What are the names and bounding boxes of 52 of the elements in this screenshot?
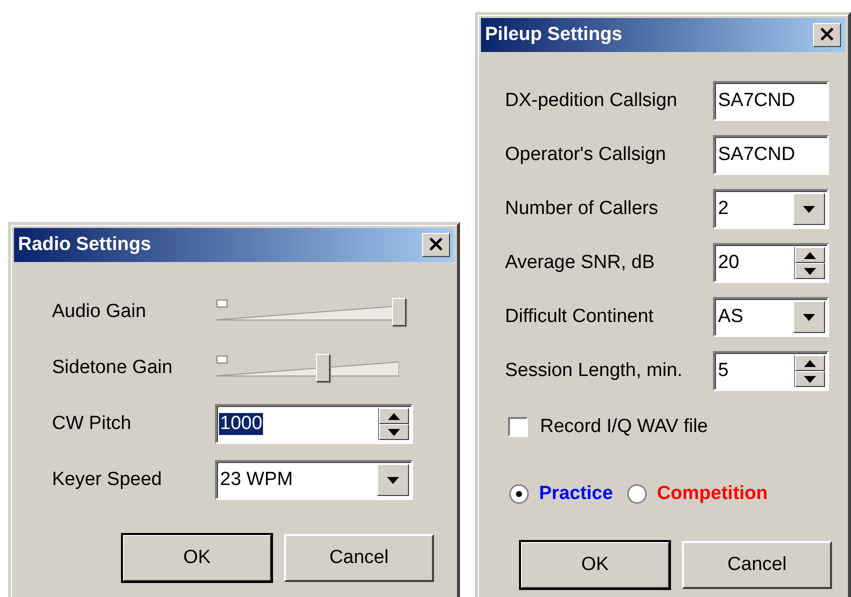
dropdown-button[interactable] bbox=[793, 301, 825, 333]
field-label: DX-pedition Callsign bbox=[505, 90, 678, 112]
spin-up-button[interactable] bbox=[795, 355, 825, 371]
field-label: Operator's Callsign bbox=[505, 144, 667, 166]
dropdown[interactable]: 23 WPM bbox=[215, 460, 413, 500]
field-label: Audio Gain bbox=[52, 301, 148, 323]
down-arrow-icon bbox=[804, 268, 816, 274]
checkbox-label: Record I/Q WAV file bbox=[540, 416, 708, 438]
radio-label: Practice bbox=[539, 483, 613, 505]
field-label: CW Pitch bbox=[52, 413, 132, 435]
down-arrow-icon bbox=[388, 428, 400, 436]
field-label: Difficult Continent bbox=[505, 306, 655, 328]
spin-field[interactable]: 1000 bbox=[215, 404, 413, 444]
spin-up-button[interactable] bbox=[379, 408, 409, 424]
dialog-button[interactable]: OK bbox=[122, 534, 272, 582]
dropdown-button[interactable] bbox=[377, 464, 409, 496]
down-arrow-icon bbox=[804, 376, 816, 382]
dialog-button[interactable]: Cancel bbox=[682, 541, 832, 589]
up-arrow-icon bbox=[804, 360, 816, 366]
radio-button[interactable] bbox=[509, 484, 529, 504]
slider-thumb[interactable] bbox=[316, 354, 330, 382]
input-field[interactable]: SA7CND bbox=[713, 81, 829, 121]
checkbox[interactable] bbox=[508, 417, 528, 437]
spin-up-button[interactable] bbox=[795, 247, 825, 263]
spin-down-button[interactable] bbox=[795, 263, 825, 279]
field-label: Sidetone Gain bbox=[52, 357, 174, 379]
dialog-button[interactable]: Cancel bbox=[284, 534, 434, 582]
dropdown-button[interactable] bbox=[793, 193, 825, 225]
spin-field[interactable]: 20 bbox=[713, 243, 829, 283]
dialog-button[interactable]: OK bbox=[520, 541, 670, 589]
caret-icon bbox=[387, 476, 399, 484]
dropdown[interactable]: AS bbox=[713, 297, 829, 337]
input-field[interactable]: SA7CND bbox=[713, 135, 829, 175]
slider-thumb[interactable] bbox=[392, 298, 406, 326]
up-arrow-icon bbox=[804, 252, 816, 258]
field-label: Average SNR, dB bbox=[505, 252, 656, 274]
close-button[interactable]: × bbox=[422, 233, 450, 257]
spin-field[interactable]: 5 bbox=[713, 351, 829, 391]
field-label: Session Length, min. bbox=[505, 360, 684, 382]
window-title: Radio Settings bbox=[18, 234, 152, 256]
field-label: Number of Callers bbox=[505, 198, 660, 220]
radio-button[interactable] bbox=[626, 484, 647, 504]
field-label: Keyer Speed bbox=[52, 469, 163, 491]
radio-label: Competition bbox=[656, 483, 768, 505]
up-arrow-icon bbox=[388, 412, 400, 420]
dropdown[interactable]: 2 bbox=[713, 189, 829, 229]
spin-down-button[interactable] bbox=[795, 371, 825, 387]
spin-down-button[interactable] bbox=[379, 424, 409, 440]
caret-icon bbox=[803, 206, 815, 212]
window-title: Pileup Settings bbox=[485, 24, 622, 46]
caret-icon bbox=[803, 314, 815, 320]
close-button[interactable]: × bbox=[813, 23, 841, 47]
